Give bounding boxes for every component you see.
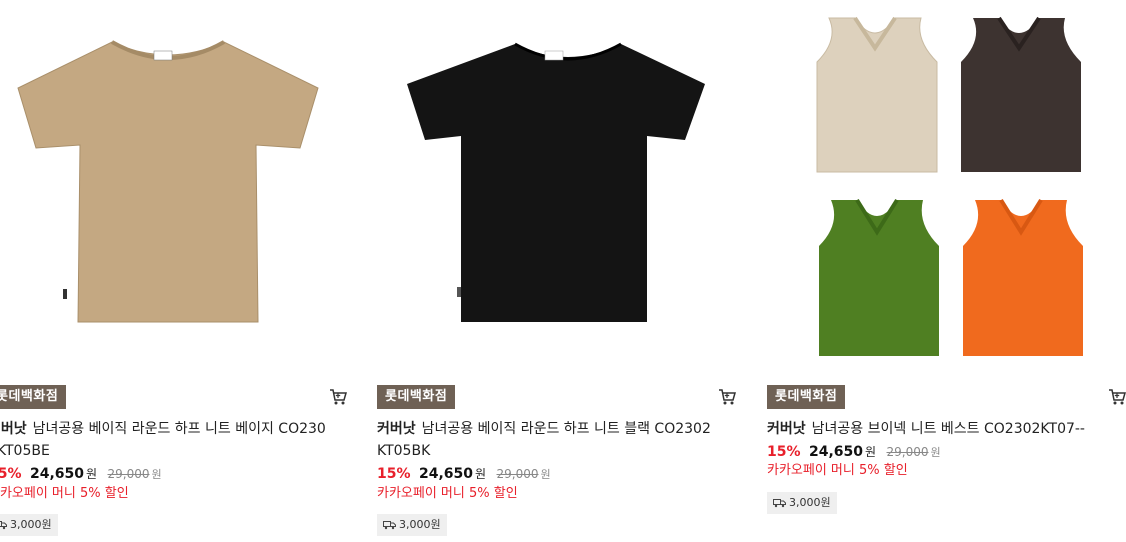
shipping-fee: 3,000원 xyxy=(789,496,831,509)
discount-rate: 15% xyxy=(377,466,411,482)
shipping-badge: 3,000원 xyxy=(767,492,837,514)
original-currency-label: 원 xyxy=(540,468,551,481)
tshirt-shape xyxy=(17,41,319,323)
original-price: 29,000 xyxy=(107,467,150,481)
product-title[interactable]: 커버낫 남녀공용 베이직 라운드 하프 니트 블랙 CO2302KT05BK xyxy=(377,418,717,462)
product-image[interactable] xyxy=(0,0,348,370)
store-badge: 롯데백화점 xyxy=(377,385,456,409)
price-row: 15% 24,650원 29,000원 xyxy=(767,443,941,463)
product-card[interactable]: 롯데백화점 커버낫 남녀공용 베이직 라운드 하프 니트 블랙 CO2302KT0… xyxy=(377,0,737,542)
store-badge: 롯데백화점 xyxy=(767,385,846,409)
currency-label: 원 xyxy=(865,445,877,459)
promo-text: 카카오페이 머니 5% 할인 xyxy=(377,486,518,501)
shipping-fee: 3,000원 xyxy=(399,518,441,531)
sale-price: 24,650 xyxy=(418,466,473,482)
brand-name: 커버낫 xyxy=(767,421,806,437)
product-image[interactable] xyxy=(377,0,737,370)
cart-icon[interactable] xyxy=(328,387,348,407)
discount-rate: 15% xyxy=(767,444,801,460)
truck-icon xyxy=(383,521,396,530)
product-title[interactable]: 커버낫남녀공용 베이직 라운드 하프 니트 베이지 CO2302KT05BE xyxy=(0,418,328,462)
shipping-fee: 3,000원 xyxy=(10,518,52,531)
product-name: 남녀공용 베이직 라운드 하프 니트 베이지 CO2302KT05BE xyxy=(0,421,326,459)
sale-price: 24,650 xyxy=(808,444,863,460)
price-row: 15% 24,650원 29,000원 xyxy=(0,465,162,485)
promo-text: 카카오페이 머니 5% 할인 xyxy=(0,486,129,501)
original-currency-label: 원 xyxy=(151,468,162,481)
vest-brown xyxy=(961,16,1081,172)
product-card[interactable]: 롯데백화점 커버낫 남녀공용 브이넥 니트 베스트 CO2302KT07-- 15… xyxy=(767,0,1126,542)
product-card[interactable]: 롯데백화점 커버낫남녀공용 베이직 라운드 하프 니트 베이지 CO2302KT… xyxy=(0,0,348,542)
sale-price: 24,650 xyxy=(29,466,84,482)
promo-text: 카카오페이 머니 5% 할인 xyxy=(767,463,908,478)
original-price: 29,000 xyxy=(496,467,539,481)
discount-rate: 15% xyxy=(0,466,22,482)
brand-name: 커버낫 xyxy=(0,421,27,437)
vest-green xyxy=(819,198,939,356)
currency-label: 원 xyxy=(475,467,487,481)
product-grid: 롯데백화점 커버낫남녀공용 베이직 라운드 하프 니트 베이지 CO2302KT… xyxy=(0,0,1126,542)
product-title[interactable]: 커버낫 남녀공용 브이넥 니트 베스트 CO2302KT07-- xyxy=(767,418,1107,440)
tshirt-shape xyxy=(407,44,705,322)
cart-icon[interactable] xyxy=(1107,387,1126,407)
shipping-badge: 3,000원 xyxy=(0,514,58,536)
currency-label: 원 xyxy=(86,467,98,481)
original-price: 29,000 xyxy=(886,445,929,459)
shipping-badge: 3,000원 xyxy=(377,514,447,536)
product-image[interactable] xyxy=(767,0,1126,370)
truck-icon xyxy=(773,499,786,508)
price-row: 15% 24,650원 29,000원 xyxy=(377,465,551,485)
vest-orange xyxy=(963,198,1083,356)
vest-beige xyxy=(816,16,938,173)
store-badge: 롯데백화점 xyxy=(0,385,67,409)
product-name: 남녀공용 베이직 라운드 하프 니트 블랙 CO2302KT05BK xyxy=(377,421,711,459)
original-currency-label: 원 xyxy=(930,446,941,459)
truck-icon xyxy=(0,521,7,530)
cart-icon[interactable] xyxy=(717,387,737,407)
product-name: 남녀공용 브이넥 니트 베스트 CO2302KT07-- xyxy=(811,421,1085,437)
brand-name: 커버낫 xyxy=(377,421,416,437)
